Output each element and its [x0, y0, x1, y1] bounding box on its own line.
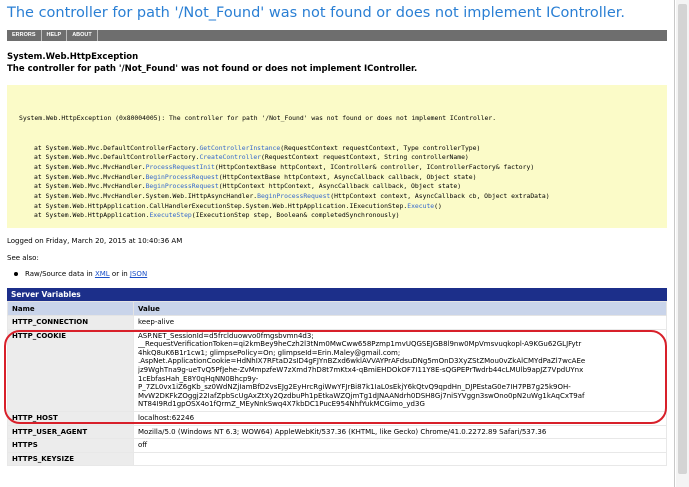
stack-frame-method: BeginProcessRequest: [145, 182, 219, 191]
raw-data-prefix: Raw/Source data in: [25, 270, 95, 278]
table-row: HTTP_USER_AGENT Mozilla/5.0 (Windows NT 6…: [7, 424, 667, 440]
stack-frame-type: at System.Web.Mvc.MvcHandler.System.Web.…: [34, 192, 258, 201]
stack-frame: at System.Web.Mvc.DefaultControllerFacto…: [19, 144, 667, 154]
variable-value-line: MvW2DKFkZOggj22IafZpbScUgAxZtXy2QzdbuPh1…: [138, 391, 585, 400]
variable-value: ASP.NET_SessionId=d5frclduowvo0fmgsbvmn4…: [133, 328, 667, 412]
variable-value-line: localhost:62246: [138, 413, 195, 422]
toolbar-about-link[interactable]: ABOUT: [67, 30, 98, 41]
error-page: The controller for path '/Not_Found' was…: [0, 0, 675, 487]
variable-value-line: [138, 455, 662, 464]
scrollbar-thumb[interactable]: [678, 4, 687, 474]
table-row: HTTP_COOKIE ASP.NET_SessionId=d5frclduowv…: [7, 328, 667, 412]
variable-value-line: Mozilla/5.0 (Windows NT 6.3; WOW64) Appl…: [138, 427, 547, 436]
server-variables-table: Name Value HTTP_CONNECTION keep-alive HTTP…: [7, 301, 667, 467]
stack-frame-args: (RequestContext requestContext, Type con…: [280, 143, 481, 152]
stack-frame-method: ProcessRequestInit: [145, 162, 215, 171]
stack-trace-frames: at System.Web.Mvc.DefaultControllerFacto…: [19, 144, 667, 222]
variable-value-line: 4hkQ8uK6B1r1cw1; glimpsePolicy=On; glimp…: [138, 348, 401, 357]
stack-frame-method: BeginProcessRequest: [257, 192, 331, 201]
bullet-icon: [14, 272, 18, 276]
stack-frame-args: (HttpContext context, AsyncCallback cb, …: [330, 192, 550, 201]
stack-frame-args: (HttpContext httpContext, AsyncCallback …: [218, 182, 462, 191]
vertical-scrollbar[interactable]: [676, 0, 689, 487]
variable-name: HTTP_CONNECTION: [7, 315, 134, 330]
stack-frame-type: at System.Web.HttpApplication.: [34, 211, 150, 220]
stack-frame-type: at System.Web.Mvc.DefaultControllerFacto…: [34, 153, 200, 162]
variable-value-line: ASP.NET_SessionId=d5frclduowvo0fmgsbvmn4…: [138, 331, 314, 340]
stack-frame-args: (RequestContext requestContext, String c…: [261, 153, 469, 162]
stack-frame: at System.Web.HttpApplication.CallHandle…: [19, 202, 667, 212]
stack-trace-header: System.Web.HttpException (0x80004005): T…: [19, 114, 497, 123]
stack-frame: at System.Web.Mvc.MvcHandler.ProcessRequ…: [19, 163, 667, 173]
variable-value-line: .AspNet.ApplicationCookie=HdNhIX7RFtaD2s…: [138, 357, 586, 366]
variable-name: HTTPS_KEYSIZE: [7, 451, 134, 467]
toolbar-errors-link[interactable]: ERRORS: [7, 30, 42, 41]
stack-frame-type: at System.Web.Mvc.DefaultControllerFacto…: [34, 143, 200, 152]
stack-frame: at System.Web.Mvc.MvcHandler.BeginProces…: [19, 182, 667, 192]
raw-data-or: or in: [109, 270, 130, 278]
table-header-row: Name Value: [7, 301, 667, 316]
variable-value-line: keep-alive: [138, 318, 175, 326]
logged-timestamp: Logged on Friday, March 20, 2015 at 10:4…: [7, 237, 183, 245]
see-also-label: See also:: [7, 254, 39, 262]
server-variables-header: Server Variables: [7, 288, 667, 301]
stack-frame-args: (HttpContextBase httpContext, AsyncCallb…: [218, 172, 477, 181]
server-variables-rows: HTTP_CONNECTION keep-alive HTTP_COOKIE ASP.…: [7, 315, 667, 467]
stack-frame-type: at System.Web.Mvc.MvcHandler.: [34, 182, 146, 191]
xml-link[interactable]: XML: [95, 270, 110, 278]
stack-frame-method: ExecuteStep: [149, 211, 192, 220]
toolbar: ERRORS HELP ABOUT: [7, 30, 667, 41]
variable-name: HTTP_COOKIE: [7, 328, 134, 412]
toolbar-help-link[interactable]: HELP: [42, 30, 68, 41]
stack-trace: System.Web.HttpException (0x80004005): T…: [7, 85, 667, 228]
exception-message: The controller for path '/Not_Found' was…: [7, 64, 418, 74]
stack-frame-method: CreateController: [199, 153, 262, 162]
see-also-item: Raw/Source data in XML or in JSON: [14, 270, 147, 278]
stack-frame: at System.Web.Mvc.MvcHandler.System.Web.…: [19, 192, 667, 202]
stack-frame-method: Execute: [407, 201, 435, 210]
variable-value: Mozilla/5.0 (Windows NT 6.3; WOW64) Appl…: [133, 424, 667, 440]
stack-frame-args: (HttpContextBase httpContext, IControlle…: [214, 162, 535, 171]
variable-value: localhost:62246: [133, 410, 667, 426]
variable-value-line: P_7ZL0vx1iZ6gKb_sz0WdNZjIamBfD2vsEJg2EyH…: [138, 383, 571, 392]
variable-name: HTTP_HOST: [7, 410, 134, 426]
table-row: HTTPS_KEYSIZE: [7, 451, 667, 467]
stack-frame-type: at System.Web.HttpApplication.CallHandle…: [34, 201, 408, 210]
variable-value-line: __RequestVerificationToken=qi2kmBey9heCz…: [138, 340, 582, 349]
json-link[interactable]: JSON: [130, 270, 147, 278]
column-header-name: Name: [7, 301, 134, 316]
column-header-value: Value: [133, 301, 667, 316]
exception-type: System.Web.HttpException: [7, 52, 139, 62]
variable-name: HTTP_USER_AGENT: [7, 424, 134, 440]
stack-frame-args: (IExecutionStep step, Boolean& completed…: [191, 211, 400, 220]
table-row: HTTP_HOST localhost:62246: [7, 410, 667, 426]
variable-name: HTTPS: [7, 438, 134, 453]
stack-frame: at System.Web.Mvc.DefaultControllerFacto…: [19, 153, 667, 163]
variable-value-line: jz9WghTna9g-ueTvQ5PfJehe-ZvMmpzfeW7zXmd7…: [138, 365, 584, 374]
stack-frame-type: at System.Web.Mvc.MvcHandler.: [34, 172, 146, 181]
table-row: HTTP_CONNECTION keep-alive: [7, 315, 667, 330]
stack-frame-method: GetControllerInstance: [199, 143, 281, 152]
variable-value: off: [133, 438, 667, 453]
stack-frame: at System.Web.Mvc.MvcHandler.BeginProces…: [19, 173, 667, 183]
stack-frame-type: at System.Web.Mvc.MvcHandler.: [34, 162, 146, 171]
variable-value: keep-alive: [133, 315, 667, 330]
variable-value-line: off: [138, 441, 148, 450]
stack-frame-method: BeginProcessRequest: [145, 172, 219, 181]
variable-value-line: NT84I9Rd1gpOSX4o1fQrmZ_MEyNnkSwq4X7kbDC1…: [138, 400, 425, 409]
variable-value: [133, 451, 667, 467]
stack-frame-args: (): [434, 201, 442, 210]
page-title: The controller for path '/Not_Found' was…: [7, 5, 625, 21]
variable-value-line: 1cEbfasHah_E8Y0qHqNN0Bhcp9y-: [138, 374, 259, 383]
stack-frame: at System.Web.HttpApplication.ExecuteSte…: [19, 211, 667, 221]
table-row: HTTPS off: [7, 438, 667, 453]
